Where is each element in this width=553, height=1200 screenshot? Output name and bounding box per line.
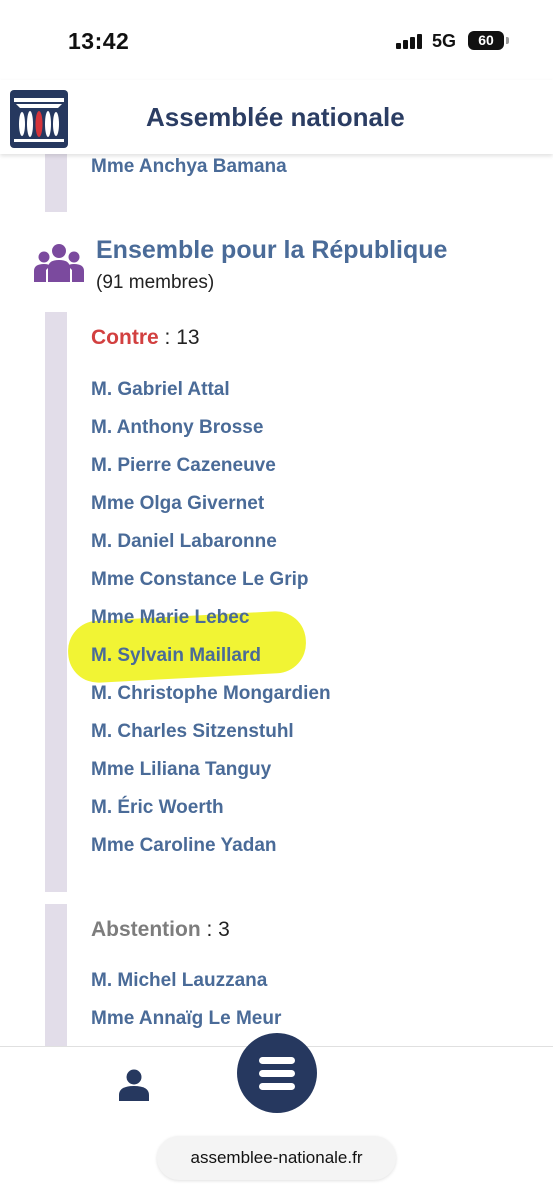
signal-icon	[396, 33, 426, 49]
assemblee-logo-icon[interactable]	[10, 90, 68, 148]
member-link[interactable]: M. Gabriel Attal	[91, 379, 230, 401]
contre-count: 13	[176, 326, 200, 349]
url-bar[interactable]: assemblee-nationale.fr	[157, 1136, 396, 1180]
member-link[interactable]: M. Éric Woerth	[91, 797, 224, 819]
battery-icon: 60	[468, 31, 504, 50]
member-link[interactable]: M. Anthony Brosse	[91, 417, 263, 439]
member-link-highlighted[interactable]: M. Sylvain Maillard	[91, 645, 261, 667]
member-link[interactable]: Mme Marie Lebec	[91, 607, 249, 629]
menu-icon	[259, 1057, 295, 1064]
member-link[interactable]: M. Michel Lauzzana	[91, 970, 267, 992]
member-link[interactable]: M. Daniel Labaronne	[91, 531, 277, 553]
section-bar	[45, 154, 67, 212]
member-link[interactable]: Mme Liliana Tanguy	[91, 759, 271, 781]
vote-results-content[interactable]: Mme Anchya Bamana Ensemble pour la Répub…	[0, 154, 553, 1047]
app-header: Assemblée nationale	[0, 80, 553, 154]
menu-icon	[259, 1070, 295, 1077]
member-link[interactable]: Mme Olga Givernet	[91, 493, 264, 515]
bottom-bar: assemblee-nationale.fr	[0, 1033, 553, 1200]
contre-heading: Contre : 13	[91, 326, 200, 350]
section-bar	[45, 904, 67, 1047]
abstention-heading: Abstention : 3	[91, 918, 230, 942]
group-title[interactable]: Ensemble pour la République	[96, 236, 447, 265]
member-link[interactable]: Mme Annaïg Le Meur	[91, 1008, 281, 1030]
abstention-count: 3	[218, 918, 230, 941]
member-link[interactable]: Mme Constance Le Grip	[91, 569, 309, 591]
member-link[interactable]: Mme Caroline Yadan	[91, 835, 277, 857]
menu-icon	[259, 1083, 295, 1090]
status-time: 13:42	[68, 28, 130, 54]
abstention-label: Abstention	[91, 918, 201, 941]
member-link[interactable]: M. Christophe Mongardien	[91, 683, 331, 705]
status-bar: 13:42 5G 60	[0, 0, 553, 80]
section-bar	[45, 312, 67, 892]
member-link[interactable]: M. Charles Sitzenstuhl	[91, 721, 294, 743]
header-title: Assemblée nationale	[146, 102, 405, 132]
member-link[interactable]: M. Pierre Cazeneuve	[91, 455, 276, 477]
contre-separator: :	[158, 326, 177, 349]
group-member-count: (91 membres)	[96, 272, 215, 293]
battery-tip	[506, 37, 509, 44]
user-icon[interactable]	[116, 1067, 152, 1103]
network-label: 5G	[432, 31, 457, 51]
group-people-icon	[34, 244, 84, 282]
menu-button[interactable]	[237, 1033, 317, 1113]
abstention-separator: :	[200, 918, 219, 941]
contre-label: Contre	[91, 326, 159, 349]
member-link[interactable]: Mme Anchya Bamana	[91, 156, 287, 178]
